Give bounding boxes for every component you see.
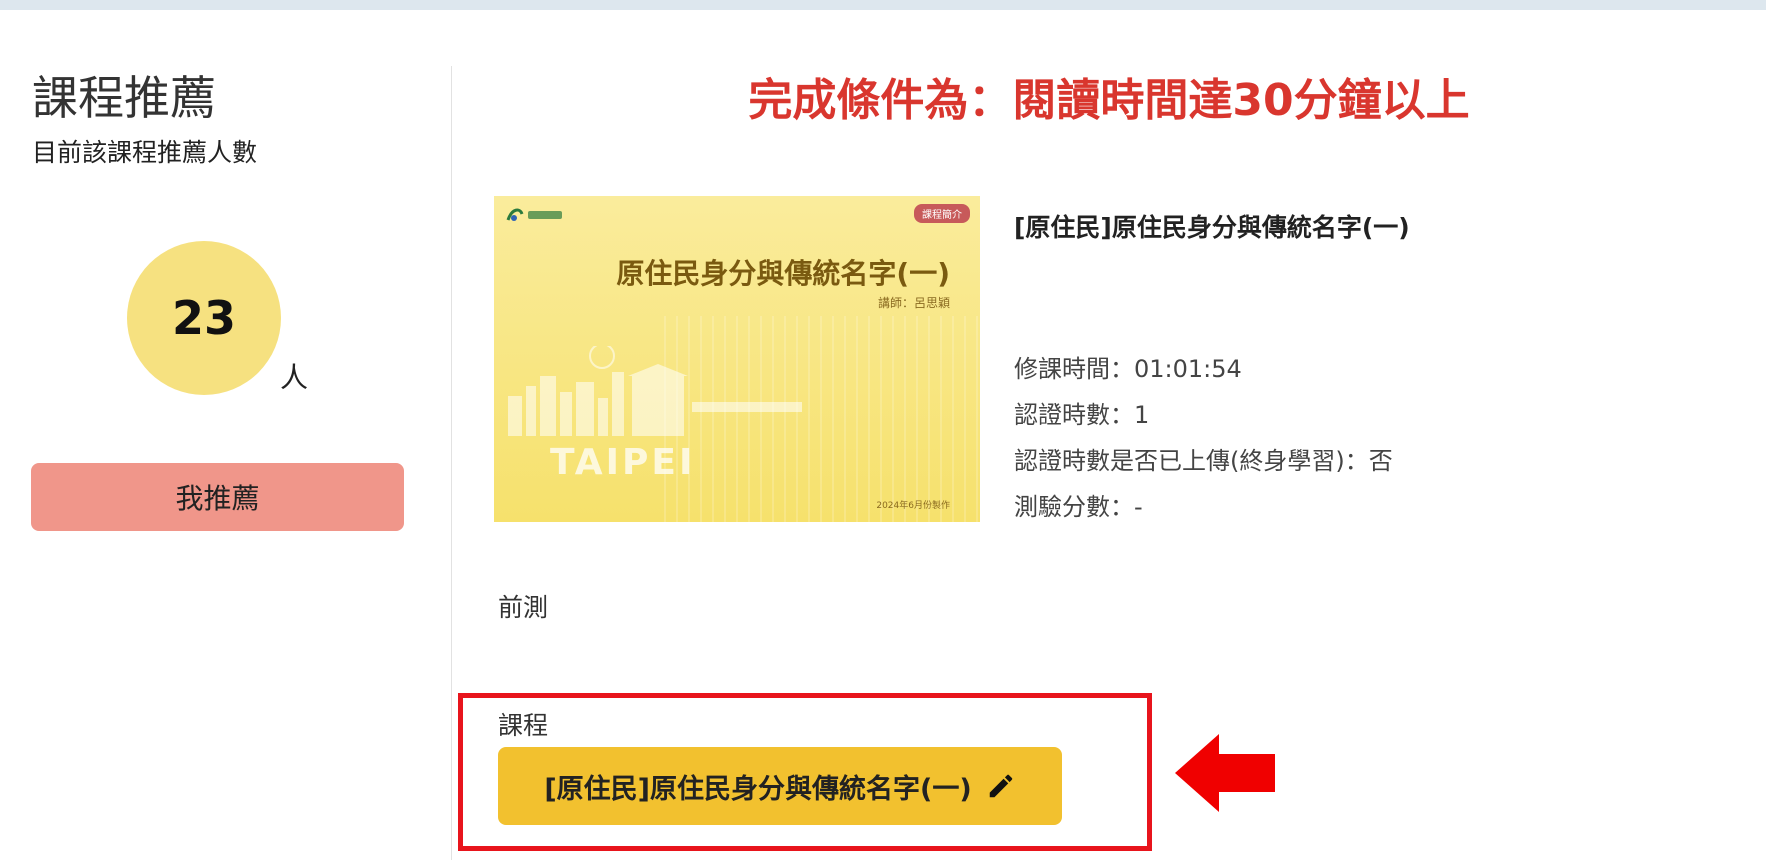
recommendation-panel: 課程推薦 目前該課程推薦人數 23 人 我推薦	[0, 0, 452, 860]
thumbnail-title: 原住民身分與傳統名字(一)	[616, 257, 950, 290]
course-name: [原住民]原住民身分與傳統名字(一)	[1014, 213, 1410, 242]
info-certified-hours: 認證時數：1	[1014, 401, 1150, 429]
recommendation-subtitle: 目前該課程推薦人數	[32, 138, 258, 167]
pretest-label: 前測	[498, 593, 549, 622]
recommend-button[interactable]: 我推薦	[31, 463, 404, 531]
info-study-time: 修課時間：01:01:54	[1014, 355, 1242, 383]
info-hours-uploaded: 認證時數是否已上傳(終身學習)：否	[1014, 447, 1393, 475]
thumbnail-date: 2024年6月份製作	[876, 501, 950, 511]
thumbnail-city: TAIPEI	[550, 442, 696, 483]
course-start-button[interactable]: [原住民]原住民身分與傳統名字(一)	[498, 747, 1062, 825]
completion-condition: 完成條件為：閱讀時間達30分鐘以上	[748, 75, 1470, 126]
course-button-label: [原住民]原住民身分與傳統名字(一)	[544, 773, 972, 805]
recommendation-count-value: 23	[171, 291, 236, 345]
skyline-illustration	[508, 346, 802, 436]
recommendation-title: 課程推薦	[32, 71, 216, 125]
thumbnail-logo	[506, 206, 566, 228]
thumbnail-lecturer: 講師：呂思穎	[877, 296, 950, 310]
course-info-list: 修課時間：01:01:54 認證時數：1 認證時數是否已上傳(終身學習)：否 測…	[1014, 346, 1393, 530]
logo-icon	[506, 208, 562, 221]
recommendation-count-unit: 人	[280, 361, 309, 394]
column-divider	[451, 66, 452, 860]
recommendation-count: 23	[127, 241, 281, 395]
thumbnail-badge: 課程簡介	[914, 204, 970, 223]
pencil-icon	[986, 771, 1016, 801]
info-test-score: 測驗分數：-	[1014, 493, 1143, 521]
course-section-label: 課程	[498, 711, 549, 740]
course-thumbnail: 課程簡介 原住民身分與傳統名字(一) 講師：呂思穎 TAIPEI 2024年6月…	[494, 196, 980, 522]
arrow-left-icon	[1175, 734, 1275, 812]
